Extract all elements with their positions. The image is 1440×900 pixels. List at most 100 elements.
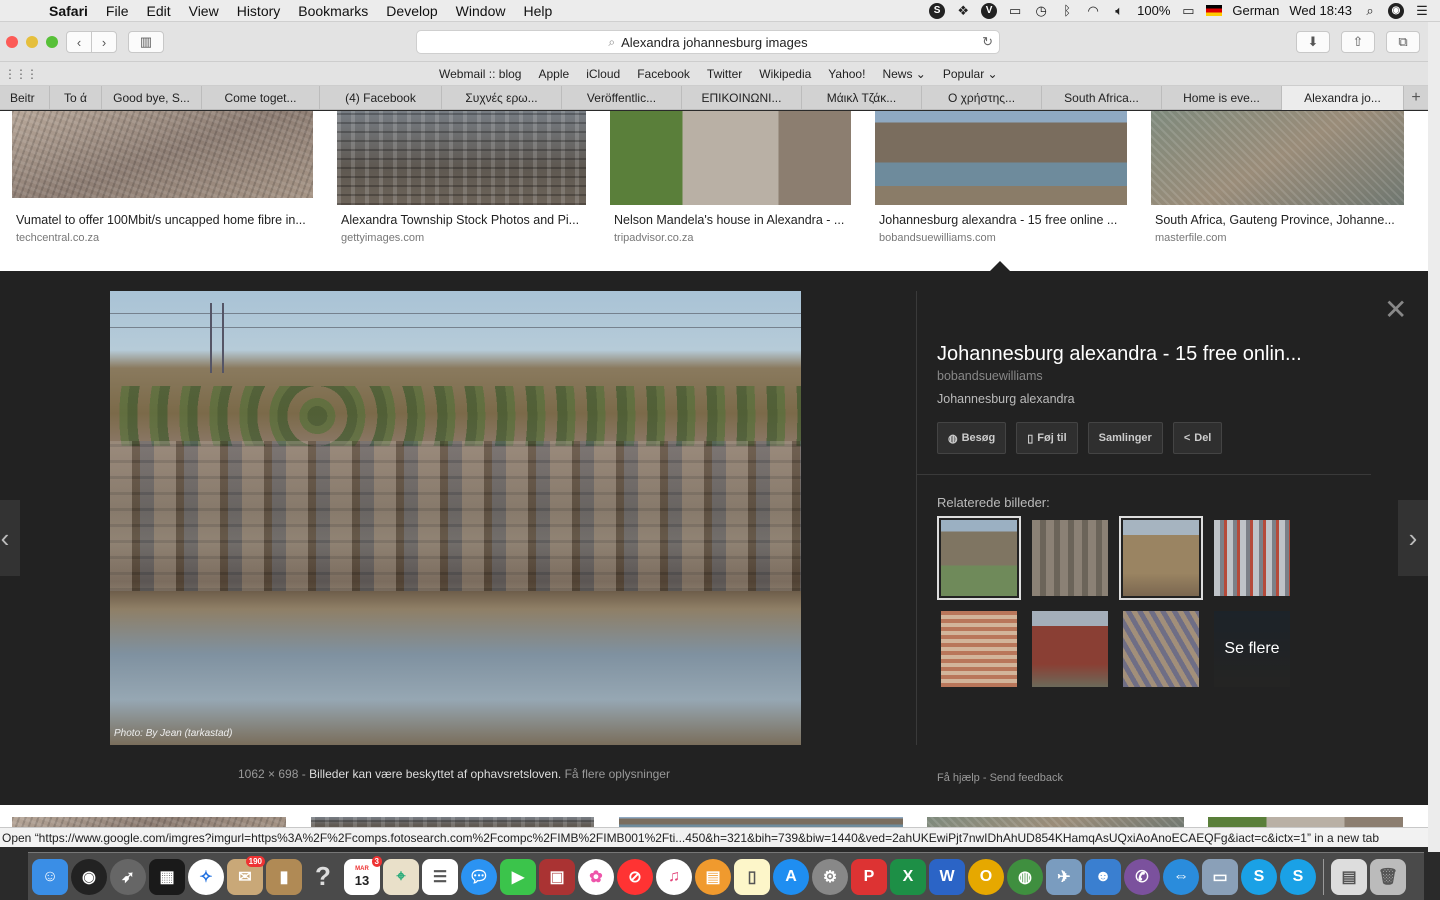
help-link[interactable]: Få hjælp	[937, 772, 980, 784]
tab-2[interactable]: Good bye, S...	[102, 86, 202, 110]
related-image[interactable]	[1119, 516, 1203, 600]
skype-icon[interactable]: S	[1241, 858, 1277, 895]
image-result[interactable]: Vumatel to offer 100Mbit/s uncapped home…	[12, 111, 313, 244]
notification-center-icon[interactable]: ☰	[1414, 3, 1430, 19]
feedback-link[interactable]: Send feedback	[990, 772, 1063, 784]
people-icon[interactable]: ☻	[1085, 858, 1121, 895]
downloads-stack-icon[interactable]: ▤	[1331, 858, 1367, 895]
image-result[interactable]: Alexandra Township Stock Photos and Pi..…	[337, 111, 586, 244]
menu-window[interactable]: Window	[447, 3, 515, 19]
network-globe-icon[interactable]: ◍	[1007, 858, 1043, 895]
input-source[interactable]: German	[1232, 3, 1279, 18]
menu-view[interactable]: View	[180, 3, 228, 19]
tab-overview-button[interactable]: ⧉	[1386, 31, 1420, 53]
result-thumbnail[interactable]	[12, 111, 313, 198]
preview-icon[interactable]: ✈	[1046, 858, 1082, 895]
result-title[interactable]: Nelson Mandela's house in Alexandra - ..…	[610, 213, 851, 227]
tab-7[interactable]: ΕΠΙΚΟΙΝΩΝΙ...	[682, 86, 802, 110]
result-title[interactable]: Vumatel to offer 100Mbit/s uncapped home…	[12, 213, 312, 227]
image-result[interactable]: Nelson Mandela's house in Alexandra - ..…	[610, 111, 851, 244]
result-thumbnail[interactable]	[875, 111, 1127, 205]
itunes-icon[interactable]: ♫	[656, 858, 692, 895]
favorite-webmail[interactable]: Webmail :: blog	[439, 67, 521, 81]
wifi-icon[interactable]: ◠	[1085, 3, 1101, 19]
related-image[interactable]	[1119, 607, 1203, 691]
skype-business-icon[interactable]: S	[1280, 858, 1316, 895]
clock[interactable]: Wed 18:43	[1289, 3, 1352, 18]
menu-file[interactable]: File	[97, 3, 138, 19]
result-thumbnail[interactable]	[610, 111, 851, 205]
image-title[interactable]: Johannesburg alexandra - 15 free onlin..…	[937, 343, 1347, 366]
siri-icon[interactable]: ◉	[1388, 2, 1404, 19]
outlook-icon[interactable]: O	[968, 858, 1004, 895]
viber-status-icon[interactable]: V	[981, 2, 998, 19]
next-image-button[interactable]: ›	[1398, 500, 1428, 576]
facetime-icon[interactable]: ▶	[500, 858, 536, 895]
related-image[interactable]	[1210, 516, 1294, 600]
favorite-news[interactable]: News ⌄	[882, 67, 925, 81]
image-capture-icon[interactable]: ▭	[1202, 858, 1238, 895]
result-thumbnail[interactable]	[1151, 111, 1404, 205]
previous-image-button[interactable]: ‹	[0, 500, 20, 576]
zoom-window-button[interactable]	[46, 36, 58, 48]
close-viewer-button[interactable]: ✕	[1384, 293, 1407, 326]
battery-icon[interactable]: ▭	[1180, 3, 1196, 19]
trash-icon[interactable]: 🗑︎	[1370, 858, 1406, 895]
forward-button[interactable]: ›	[91, 31, 117, 53]
image-result-selected[interactable]: Johannesburg alexandra - 15 free online …	[875, 111, 1127, 244]
share-image-button[interactable]: < Del	[1172, 422, 1223, 454]
menu-app-name[interactable]: Safari	[40, 3, 97, 19]
tab-9[interactable]: Ο χρήστης...	[922, 86, 1042, 110]
tab-6[interactable]: Veröffentlic...	[562, 86, 682, 110]
favorite-icloud[interactable]: iCloud	[586, 67, 620, 81]
menu-bookmarks[interactable]: Bookmarks	[289, 3, 377, 19]
teamviewer-icon[interactable]: ⇔	[1163, 858, 1199, 895]
tab-0[interactable]: Beitr	[0, 86, 50, 110]
time-machine-icon[interactable]: ◷	[1033, 3, 1049, 19]
tab-11[interactable]: Home is eve...	[1162, 86, 1282, 110]
favorite-popular[interactable]: Popular ⌄	[943, 67, 998, 81]
related-image[interactable]	[937, 516, 1021, 600]
menu-edit[interactable]: Edit	[137, 3, 179, 19]
viber-icon[interactable]: ✆	[1124, 858, 1160, 895]
notes-icon[interactable]: ▯	[734, 858, 770, 895]
reminders-icon[interactable]: ☰	[422, 858, 458, 895]
result-thumbnail[interactable]	[337, 111, 586, 205]
finder-icon[interactable]: ☺	[32, 858, 68, 895]
unknown-app-icon[interactable]: ?	[305, 859, 341, 895]
menu-develop[interactable]: Develop	[377, 3, 446, 19]
main-preview-image[interactable]: Photo: By Jean (tarkastad)	[110, 291, 801, 745]
related-image[interactable]	[1028, 516, 1112, 600]
battery-percent[interactable]: 100%	[1137, 3, 1170, 18]
save-button[interactable]: ▯ Føj til	[1016, 422, 1078, 454]
photos-icon[interactable]: ✿	[578, 858, 614, 895]
powerpoint-icon[interactable]: P	[851, 858, 887, 895]
related-image[interactable]	[1028, 607, 1112, 691]
word-icon[interactable]: W	[929, 858, 965, 895]
safari-icon[interactable]: ✧	[188, 858, 224, 895]
close-window-button[interactable]	[6, 36, 18, 48]
result-title[interactable]: South Africa, Gauteng Province, Johanne.…	[1151, 213, 1404, 227]
tab-10[interactable]: South Africa...	[1042, 86, 1162, 110]
menu-history[interactable]: History	[228, 3, 290, 19]
spotlight-icon[interactable]: ⌕	[1362, 3, 1378, 19]
tab-3[interactable]: Come toget...	[202, 86, 320, 110]
bluetooth-icon[interactable]: ᛒ	[1059, 3, 1075, 19]
favorite-yahoo[interactable]: Yahoo!	[828, 67, 865, 81]
skype-status-icon[interactable]: S	[929, 2, 946, 19]
related-image[interactable]	[937, 607, 1021, 691]
messages-icon[interactable]: 💬︎	[461, 858, 497, 895]
excel-icon[interactable]: X	[890, 858, 926, 895]
system-preferences-icon[interactable]: ⚙	[812, 858, 848, 895]
books-icon[interactable]: ▤	[695, 858, 731, 895]
sidebar-button[interactable]: ▥	[128, 31, 164, 53]
news-icon[interactable]: ⊘	[617, 858, 653, 895]
contacts-icon[interactable]: ▮	[266, 858, 302, 895]
mail-stamp-icon[interactable]: ✉ 190	[227, 855, 265, 895]
result-title[interactable]: Alexandra Township Stock Photos and Pi..…	[337, 213, 586, 227]
collections-button[interactable]: Samlinger	[1087, 422, 1163, 454]
siri-icon[interactable]: ◉	[71, 858, 107, 895]
minimize-window-button[interactable]	[26, 36, 38, 48]
favorite-twitter[interactable]: Twitter	[707, 67, 742, 81]
dropbox-icon[interactable]: ❖	[955, 3, 971, 19]
